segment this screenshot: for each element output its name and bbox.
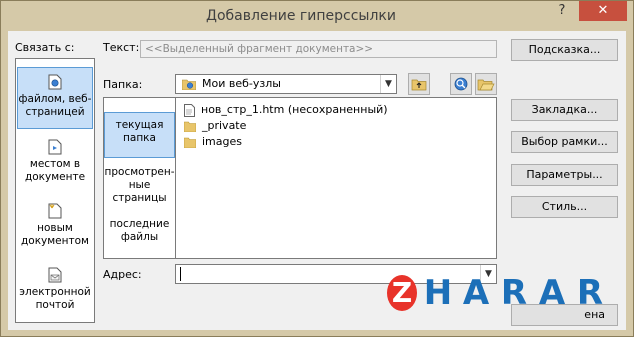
folder-dropdown-icon[interactable]: ▼ xyxy=(380,75,396,93)
close-button[interactable]: ✕ xyxy=(579,1,627,21)
address-label: Адрес: xyxy=(103,268,142,281)
watermark-letter: Z xyxy=(387,275,417,311)
document-place-icon xyxy=(48,139,62,155)
web-folder-icon xyxy=(182,79,196,90)
link-with-web-page-label: файлом, веб-страницей xyxy=(18,93,92,118)
folder-select[interactable]: Мои веб-узлы ▼ xyxy=(175,74,397,94)
file-name: images xyxy=(202,135,242,148)
folder-icon xyxy=(184,121,196,132)
browse-web-button[interactable] xyxy=(450,73,472,95)
help-button[interactable]: ? xyxy=(549,1,575,21)
link-with-email-label: электронной почтой xyxy=(19,286,91,311)
folder-label: Папка: xyxy=(103,78,143,91)
watermark-letter: R xyxy=(576,273,604,313)
link-with-document-place[interactable]: местом в документе xyxy=(17,139,93,191)
frame-button[interactable]: Выбор рамки... xyxy=(511,131,618,153)
bookmark-button[interactable]: Закладка... xyxy=(511,99,618,121)
folder-value: Мои веб-узлы xyxy=(202,77,281,90)
text-cursor xyxy=(180,267,181,281)
file-name: _private xyxy=(202,119,247,132)
watermark-letter: R xyxy=(500,273,528,313)
title-bar: Добавление гиперссылки ? ✕ xyxy=(1,1,633,31)
list-item[interactable]: _private xyxy=(184,118,246,134)
folder-icon xyxy=(184,137,196,148)
html-file-icon xyxy=(184,103,195,117)
link-with-document-place-label: местом в документе xyxy=(24,158,86,183)
link-with-label: Связать с: xyxy=(15,41,75,54)
file-list[interactable]: нов_стр_1.htm (несохраненный) _private i… xyxy=(175,97,497,259)
watermark-letter: A xyxy=(538,273,566,313)
web-page-icon xyxy=(48,74,62,90)
window-title: Добавление гиперссылки xyxy=(206,8,396,24)
place-browsed-pages[interactable]: просмотрен-ные страницы xyxy=(104,162,175,212)
params-button[interactable]: Параметры... xyxy=(511,164,618,186)
place-recent-files[interactable]: последние файлы xyxy=(104,214,175,254)
watermark-letter: A xyxy=(462,273,490,313)
browse-file-button[interactable] xyxy=(475,73,497,95)
place-current-folder[interactable]: текущая папка xyxy=(104,112,175,158)
places-bar: текущая папка просмотрен-ные страницы по… xyxy=(103,97,176,259)
hint-button[interactable]: Подсказка... xyxy=(511,39,618,61)
link-with-new-document[interactable]: новым документом xyxy=(17,203,93,255)
style-button[interactable]: Стиль... xyxy=(511,196,618,218)
file-name: нов_стр_1.htm (несохраненный) xyxy=(201,103,388,116)
link-with-web-page[interactable]: файлом, веб-страницей xyxy=(17,67,93,129)
browse-web-icon xyxy=(454,77,468,91)
list-item[interactable]: нов_стр_1.htm (несохраненный) xyxy=(184,102,388,118)
text-input[interactable]: <<Выделенный фрагмент документа>> xyxy=(140,40,497,58)
zharar-watermark: Z H A R A R xyxy=(379,269,619,329)
up-one-folder-button[interactable] xyxy=(408,73,430,95)
new-document-icon xyxy=(48,203,62,219)
email-icon xyxy=(48,267,62,283)
watermark-letter: H xyxy=(423,273,453,313)
link-with-bar: файлом, веб-страницей местом в документе… xyxy=(15,58,95,323)
hyperlink-dialog: Добавление гиперссылки ? ✕ Связать с: фа… xyxy=(0,0,634,337)
up-folder-icon xyxy=(411,79,427,91)
list-item[interactable]: images xyxy=(184,134,242,150)
link-with-email[interactable]: электронной почтой xyxy=(17,267,93,319)
link-with-new-document-label: новым документом xyxy=(21,222,89,247)
open-folder-icon xyxy=(477,79,495,91)
text-label: Текст: xyxy=(103,41,140,54)
